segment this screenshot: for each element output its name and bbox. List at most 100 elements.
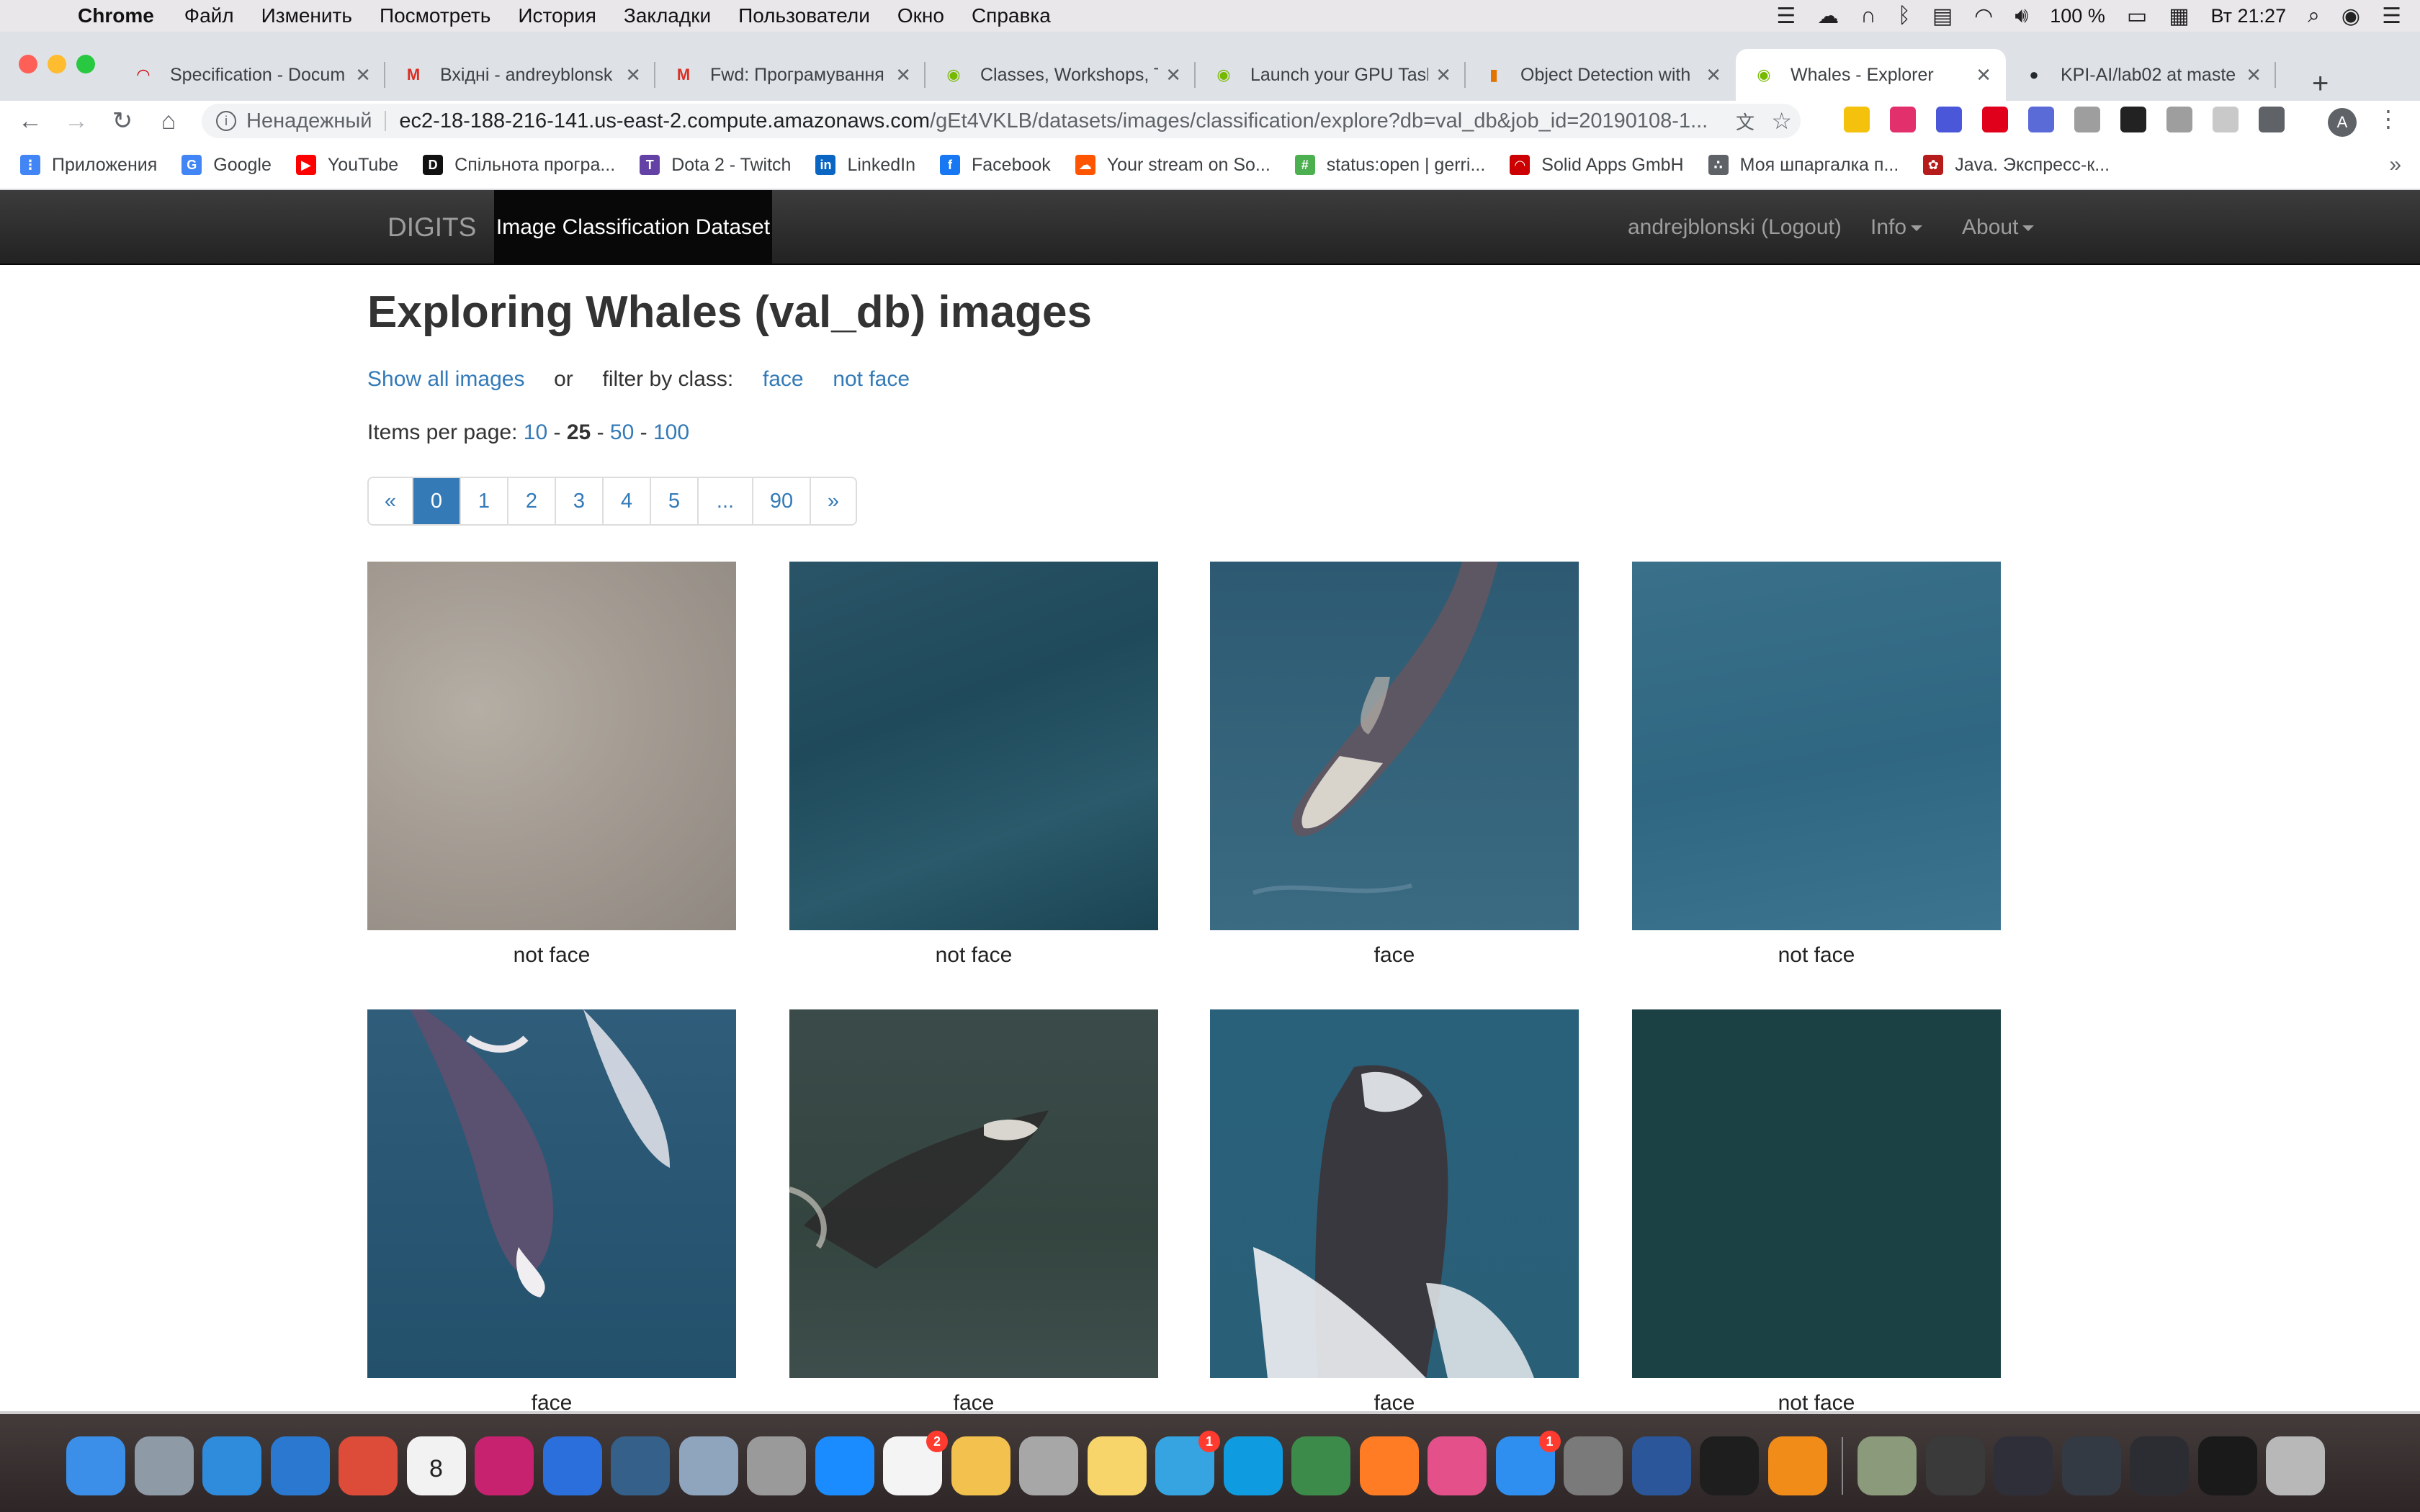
nav-image-classification-dataset[interactable]: Image Classification Dataset — [494, 190, 772, 265]
browser-tab[interactable]: M Fwd: Програмування ✕ — [655, 49, 926, 101]
profile-avatar[interactable]: A — [2328, 108, 2357, 137]
reminders-icon[interactable]: 2 — [883, 1431, 948, 1495]
extension-icon[interactable] — [1982, 107, 2008, 132]
system-prefs-icon[interactable] — [1564, 1436, 1623, 1495]
tab-close-icon[interactable]: ✕ — [2246, 64, 2262, 86]
forward-arrow-icon[interactable]: → — [62, 107, 91, 135]
tab-close-icon[interactable]: ✕ — [1165, 64, 1181, 86]
spotlight-icon[interactable]: ⌕ — [2308, 4, 2320, 28]
bookmark-item[interactable]: G Google — [182, 155, 272, 176]
cloud-icon[interactable]: ☁ — [1817, 4, 1839, 29]
bookmark-item[interactable]: ✿ Java. Экспресс-к... — [1923, 155, 2110, 176]
word-icon[interactable] — [1631, 1436, 1691, 1495]
menu-window[interactable]: Окно — [897, 4, 944, 27]
bookmark-item[interactable]: ⋮ Приложения — [20, 155, 157, 176]
calculator-icon[interactable] — [1019, 1436, 1078, 1495]
chrome-icon[interactable] — [339, 1436, 398, 1495]
menu-bookmarks[interactable]: Закладки — [624, 4, 711, 27]
volume-icon[interactable]: 🔊︎ — [2015, 4, 2028, 28]
airmail-icon[interactable]: ∩ — [1860, 4, 1876, 28]
bookmarks-overflow-icon[interactable]: » — [2389, 153, 2401, 177]
intellij-icon[interactable] — [475, 1436, 534, 1495]
filter-class-not-face[interactable]: not face — [833, 367, 910, 391]
app-store-icon[interactable]: 1 — [1495, 1431, 1561, 1495]
pagination-page-0[interactable]: 0 — [413, 478, 461, 524]
extension-icon[interactable] — [1936, 107, 1962, 132]
pycharm-icon[interactable] — [1291, 1436, 1350, 1495]
tab-close-icon[interactable]: ✕ — [1435, 64, 1451, 86]
pagination-prev[interactable]: « — [369, 478, 413, 524]
us-flag-icon[interactable]: ▦ — [2169, 4, 2189, 29]
keyboard-icon[interactable]: ▤ — [1932, 4, 1953, 29]
translate-icon[interactable]: 文 — [1736, 108, 1754, 135]
home-icon[interactable]: ⌂ — [154, 107, 183, 135]
wifi-icon[interactable]: ◠ — [1974, 4, 1993, 29]
extension-icon[interactable] — [2166, 107, 2192, 132]
bookmark-item[interactable]: ◠ Solid Apps GmbH — [1510, 155, 1684, 176]
per-page-100[interactable]: 100 — [653, 420, 689, 444]
new-tab-button[interactable]: + — [2312, 68, 2329, 100]
battery-percent[interactable]: 100 % — [2050, 5, 2105, 27]
pagination-page-5[interactable]: 5 — [651, 478, 699, 524]
bookmark-item[interactable]: T Dota 2 - Twitch — [640, 155, 791, 176]
pagination-page-1[interactable]: 1 — [461, 478, 508, 524]
postgres-icon[interactable] — [678, 1436, 738, 1495]
terminal-icon[interactable] — [1700, 1436, 1759, 1495]
reload-icon[interactable]: ↻ — [108, 107, 137, 135]
sublime-icon[interactable] — [1767, 1436, 1827, 1495]
safari-icon[interactable] — [202, 1436, 261, 1495]
browser-tab[interactable]: ◠ Specification - Docum ✕ — [115, 49, 385, 101]
bookmark-item[interactable]: in LinkedIn — [815, 155, 915, 176]
xcode-icon[interactable] — [542, 1436, 602, 1495]
window-zoom-button[interactable] — [76, 55, 95, 73]
pagination-page-4[interactable]: 4 — [604, 478, 651, 524]
tab-close-icon[interactable]: ✕ — [625, 64, 641, 86]
tab-close-icon[interactable]: ✕ — [895, 64, 911, 86]
browser-tab[interactable]: ◉ Whales - Explorer ✕ — [1736, 49, 2006, 101]
shazam-icon[interactable] — [815, 1436, 874, 1495]
menu-edit[interactable]: Изменить — [261, 4, 352, 27]
preview-window-3[interactable] — [1994, 1436, 2053, 1495]
calendar-icon[interactable]: 8 — [406, 1436, 466, 1495]
finder-icon[interactable] — [66, 1436, 125, 1495]
bookmark-item[interactable]: # status:open | gerri... — [1294, 155, 1485, 176]
telegram-icon[interactable]: 1 — [1155, 1431, 1220, 1495]
logout-link[interactable]: andrejblonski (Logout) — [1628, 190, 1842, 265]
tab-close-icon[interactable]: ✕ — [355, 64, 371, 86]
menu-app-name[interactable]: Chrome — [78, 4, 154, 27]
browser-tab[interactable]: M Вхідні - andreyblonsk ✕ — [385, 49, 655, 101]
per-page-10[interactable]: 10 — [524, 420, 547, 444]
photos-icon[interactable] — [951, 1436, 1010, 1495]
extension-icon[interactable] — [2259, 107, 2285, 132]
preview-window-2[interactable] — [1925, 1436, 1985, 1495]
window-close-button[interactable] — [19, 55, 37, 73]
about-dropdown[interactable]: About — [1962, 190, 2035, 265]
menu-view[interactable]: Посмотреть — [380, 4, 490, 27]
trash-icon[interactable] — [2266, 1436, 2325, 1495]
skype-icon[interactable] — [1223, 1436, 1283, 1495]
launchpad-icon[interactable] — [134, 1436, 194, 1495]
menu-file[interactable]: Файл — [184, 4, 234, 27]
pagination-page-3[interactable]: 3 — [556, 478, 604, 524]
window-minimize-button[interactable] — [48, 55, 66, 73]
bookmark-item[interactable]: D Спільнота програ... — [423, 155, 615, 176]
tab-close-icon[interactable]: ✕ — [1976, 64, 1991, 86]
show-all-images-link[interactable]: Show all images — [367, 367, 524, 391]
browser-tab[interactable]: ● KPI-AI/lab02 at maste ✕ — [2006, 49, 2276, 101]
chrome-menu-icon[interactable]: ⋮ — [2377, 105, 2400, 132]
itunes-icon[interactable] — [1428, 1436, 1487, 1495]
pagination-page-90[interactable]: 90 — [753, 478, 811, 524]
extension-icon[interactable] — [2074, 107, 2100, 132]
tab-close-icon[interactable]: ✕ — [1706, 64, 1721, 86]
browser-tab[interactable]: ▮ Object Detection with ✕ — [1466, 49, 1736, 101]
bluetooth-icon[interactable]: ᛒ — [1898, 4, 1911, 28]
info-dropdown[interactable]: Info — [1870, 190, 1923, 265]
firefox-icon[interactable] — [1359, 1436, 1419, 1495]
extension-icon[interactable] — [2213, 107, 2238, 132]
preview-window-6[interactable] — [2197, 1436, 2257, 1495]
per-page-50[interactable]: 50 — [610, 420, 634, 444]
menu-history[interactable]: История — [518, 4, 596, 27]
server-icon[interactable]: ☰ — [1776, 4, 1796, 29]
site-info-icon[interactable]: i — [216, 111, 236, 131]
extension-icon[interactable] — [2120, 107, 2146, 132]
